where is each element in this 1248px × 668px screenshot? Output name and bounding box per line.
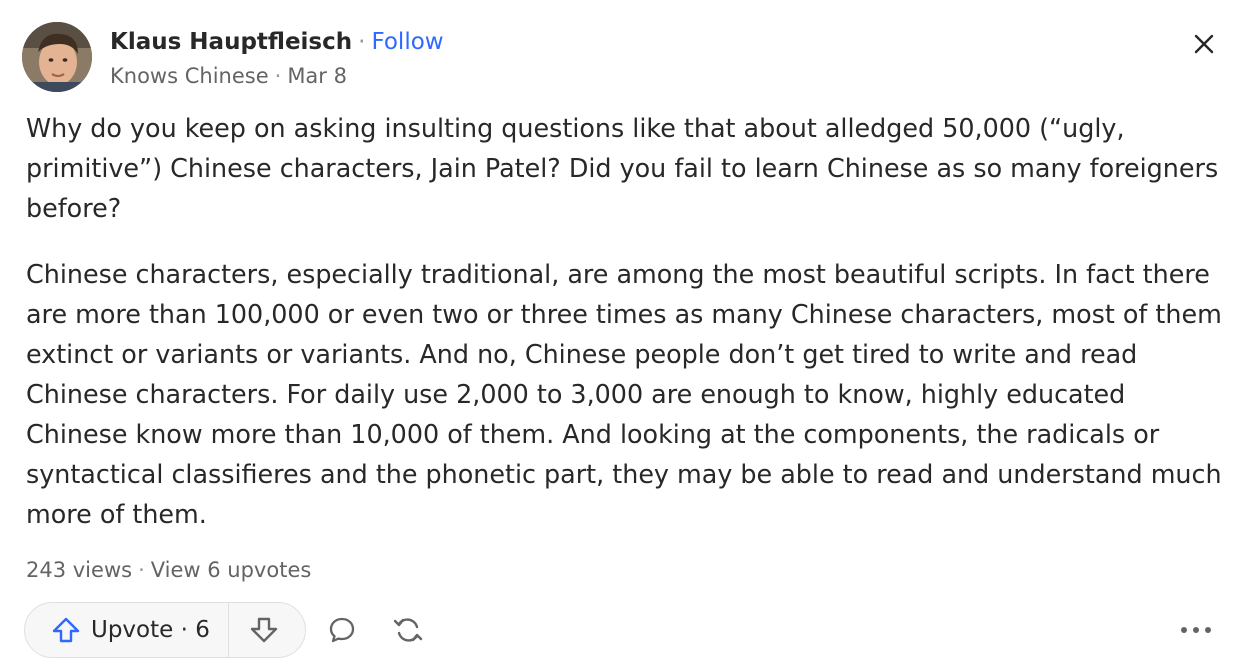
answer-stats: 243 views · View 6 upvotes: [26, 553, 311, 587]
downvote-button[interactable]: [229, 603, 299, 657]
answer-content: Why do you keep on asking insulting ques…: [26, 108, 1222, 560]
separator-dot: ·: [358, 29, 366, 55]
author-meta: Klaus Hauptfleisch · Follow Knows Chinese ·…: [110, 28, 444, 90]
credential-line: Knows Chinese · Mar 8: [110, 62, 444, 90]
answer-paragraph: Chinese characters, especially tradition…: [26, 259, 1222, 529]
separator-dot: ·: [274, 64, 282, 88]
arrow-down-icon: [250, 617, 278, 643]
author-line: Klaus Hauptfleisch · Follow: [110, 28, 444, 56]
answer-card: Klaus Hauptfleisch · Follow Knows Chinese ·…: [0, 0, 1248, 668]
action-bar: Upvote · 6: [24, 602, 1224, 658]
share-button[interactable]: [388, 610, 428, 650]
share-icon: [393, 618, 423, 642]
separator-dot: ·: [138, 558, 145, 582]
upvote-label: Upvote · 6: [91, 617, 210, 643]
answer-paragraph: Why do you keep on asking insulting ques…: [26, 113, 1219, 223]
comment-icon: [329, 617, 355, 643]
more-icon: [1181, 627, 1211, 633]
avatar-image: [22, 22, 92, 92]
follow-link[interactable]: Follow: [371, 29, 443, 55]
author-credential[interactable]: Knows Chinese: [110, 64, 269, 88]
arrow-up-icon: [52, 617, 80, 643]
close-icon: [1194, 34, 1214, 54]
close-button[interactable]: [1184, 28, 1224, 60]
comment-button[interactable]: [322, 610, 362, 650]
upvote-button[interactable]: Upvote · 6: [25, 603, 229, 657]
author-name[interactable]: Klaus Hauptfleisch: [110, 29, 352, 55]
post-date[interactable]: Mar 8: [287, 64, 347, 88]
view-upvotes-link[interactable]: View 6 upvotes: [151, 558, 312, 582]
avatar[interactable]: [22, 22, 92, 92]
more-button[interactable]: [1174, 610, 1218, 650]
views-count: 243 views: [26, 558, 133, 582]
vote-pill: Upvote · 6: [24, 602, 306, 658]
